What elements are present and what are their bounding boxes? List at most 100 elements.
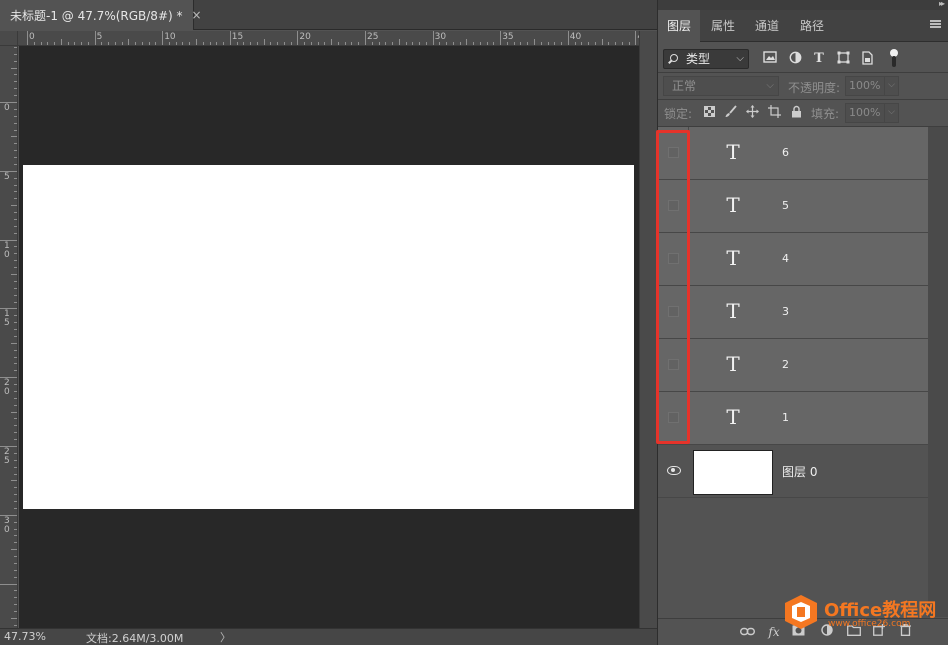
layer-name[interactable]: 3 (782, 305, 789, 318)
adjustment-filter-icon[interactable] (787, 51, 803, 67)
ruler-tick (155, 42, 157, 45)
ruler-tick (358, 42, 360, 45)
ruler-tick (223, 42, 225, 45)
image-filter-icon[interactable] (762, 51, 778, 67)
ruler-tick (317, 42, 319, 45)
tab-paths[interactable]: 路径 (790, 10, 834, 42)
ruler-tick (513, 42, 515, 45)
ruler-tick (40, 42, 42, 45)
layer-row[interactable]: T 4 (658, 233, 928, 286)
ruler-tick (135, 42, 137, 45)
chevron-down-icon[interactable]: ⌵ (884, 103, 898, 123)
chevron-down-icon[interactable]: ⌵ (884, 76, 898, 96)
link-layers-icon[interactable] (738, 624, 756, 640)
ruler-label: 40 (569, 32, 582, 42)
ruler-tick (14, 397, 17, 399)
tab-channels[interactable]: 通道 (746, 10, 788, 42)
ruler-tick (236, 42, 238, 45)
ruler-tick (11, 274, 17, 275)
ruler-tick (344, 42, 346, 45)
document-vertical-scrollbar[interactable] (639, 31, 657, 628)
tab-properties[interactable]: 属性 (702, 10, 744, 42)
ruler-tick (615, 42, 617, 45)
blend-mode-select[interactable]: 正常 ⌵ (663, 76, 779, 96)
layer-name[interactable]: 2 (782, 358, 789, 371)
ruler-label: 1 5 (4, 309, 10, 329)
vertical-ruler[interactable]: 5051 01 52 02 53 0 (0, 46, 18, 628)
layer-name[interactable]: 4 (782, 252, 789, 265)
layer-row[interactable]: T 6 (658, 127, 928, 180)
ruler-label: 5 (96, 32, 103, 42)
ruler-tick (14, 46, 17, 48)
lock-image-pixels-icon[interactable] (722, 105, 738, 121)
ruler-label: 5 (4, 171, 10, 182)
type-filter-icon[interactable]: T (811, 51, 827, 67)
ruler-label: 30 (434, 32, 447, 42)
panel-menu-icon[interactable] (930, 20, 941, 28)
ruler-origin[interactable] (0, 31, 18, 46)
ruler-tick (0, 583, 17, 585)
status-menu-arrow-icon[interactable]: 〉 (220, 629, 231, 645)
lock-transparent-pixels-icon[interactable] (701, 105, 717, 121)
lock-position-icon[interactable] (744, 105, 760, 121)
shape-filter-icon[interactable] (835, 51, 851, 67)
ruler-tick (412, 42, 414, 45)
layer-thumbnail[interactable] (693, 450, 773, 495)
layer-row[interactable]: T 3 (658, 286, 928, 339)
ruler-tick (14, 53, 17, 55)
fill-field[interactable]: 100% ⌵ (845, 103, 899, 123)
ruler-tick (290, 42, 292, 45)
close-icon[interactable]: × (192, 8, 202, 22)
ruler-tick (14, 122, 17, 124)
tab-layers[interactable]: 图层 (658, 10, 700, 43)
ruler-tick (14, 315, 17, 317)
ruler-tick (229, 31, 231, 45)
ruler-tick (101, 42, 103, 45)
ruler-tick (446, 42, 448, 45)
ruler-label: 2 5 (4, 447, 10, 466)
filter-kind-select[interactable]: 类型 ⌵ (663, 49, 749, 69)
zoom-level[interactable]: 47.73% (4, 630, 46, 643)
ruler-tick (270, 42, 272, 45)
layer-name[interactable]: 1 (782, 411, 789, 424)
ruler-tick (14, 356, 17, 358)
ruler-tick (452, 42, 454, 45)
layer-style-fx-icon[interactable]: fx (765, 624, 783, 640)
ruler-tick (14, 246, 17, 248)
ruler-tick (14, 611, 17, 613)
lock-all-icon[interactable] (788, 105, 804, 121)
ruler-tick (81, 42, 83, 45)
lock-artboard-icon[interactable] (766, 105, 782, 121)
ruler-label: 1 0 (4, 240, 10, 260)
ruler-tick (14, 108, 17, 110)
ruler-tick (479, 42, 481, 45)
document-tab[interactable]: 未标题-1 @ 47.7%(RGB/8#) * × (0, 0, 202, 30)
eye-icon[interactable] (667, 466, 681, 475)
opacity-label: 不透明度: (788, 81, 841, 95)
ruler-tick (11, 411, 17, 413)
ruler-tick (419, 42, 421, 45)
layer-row[interactable]: T 5 (658, 180, 928, 233)
layer-row[interactable]: 图层 0 (658, 445, 928, 498)
ruler-tick (14, 95, 17, 97)
ruler-tick (14, 184, 17, 186)
smart-object-filter-icon[interactable] (859, 51, 875, 67)
layers-scrollbar[interactable] (928, 127, 948, 617)
ruler-tick (14, 150, 17, 152)
layer-name[interactable]: 图层 0 (782, 463, 817, 480)
layer-name[interactable]: 6 (782, 146, 789, 159)
ruler-tick (534, 39, 535, 45)
ruler-tick (14, 301, 17, 303)
layer-row[interactable]: T 2 (658, 339, 928, 392)
filter-toggle-switch[interactable] (890, 49, 898, 67)
horizontal-ruler[interactable]: 05101520253035404 (18, 31, 639, 46)
text-layer-icon: T (726, 140, 740, 164)
layer-name[interactable]: 5 (782, 199, 789, 212)
document-canvas[interactable] (23, 165, 634, 509)
ruler-tick (567, 31, 569, 45)
opacity-field[interactable]: 100% ⌵ (845, 76, 899, 96)
ruler-tick (14, 225, 17, 227)
collapse-panels-icon[interactable]: ▸▸ (939, 0, 945, 8)
ruler-tick (108, 42, 110, 45)
layer-row[interactable]: T 1 (658, 392, 928, 445)
